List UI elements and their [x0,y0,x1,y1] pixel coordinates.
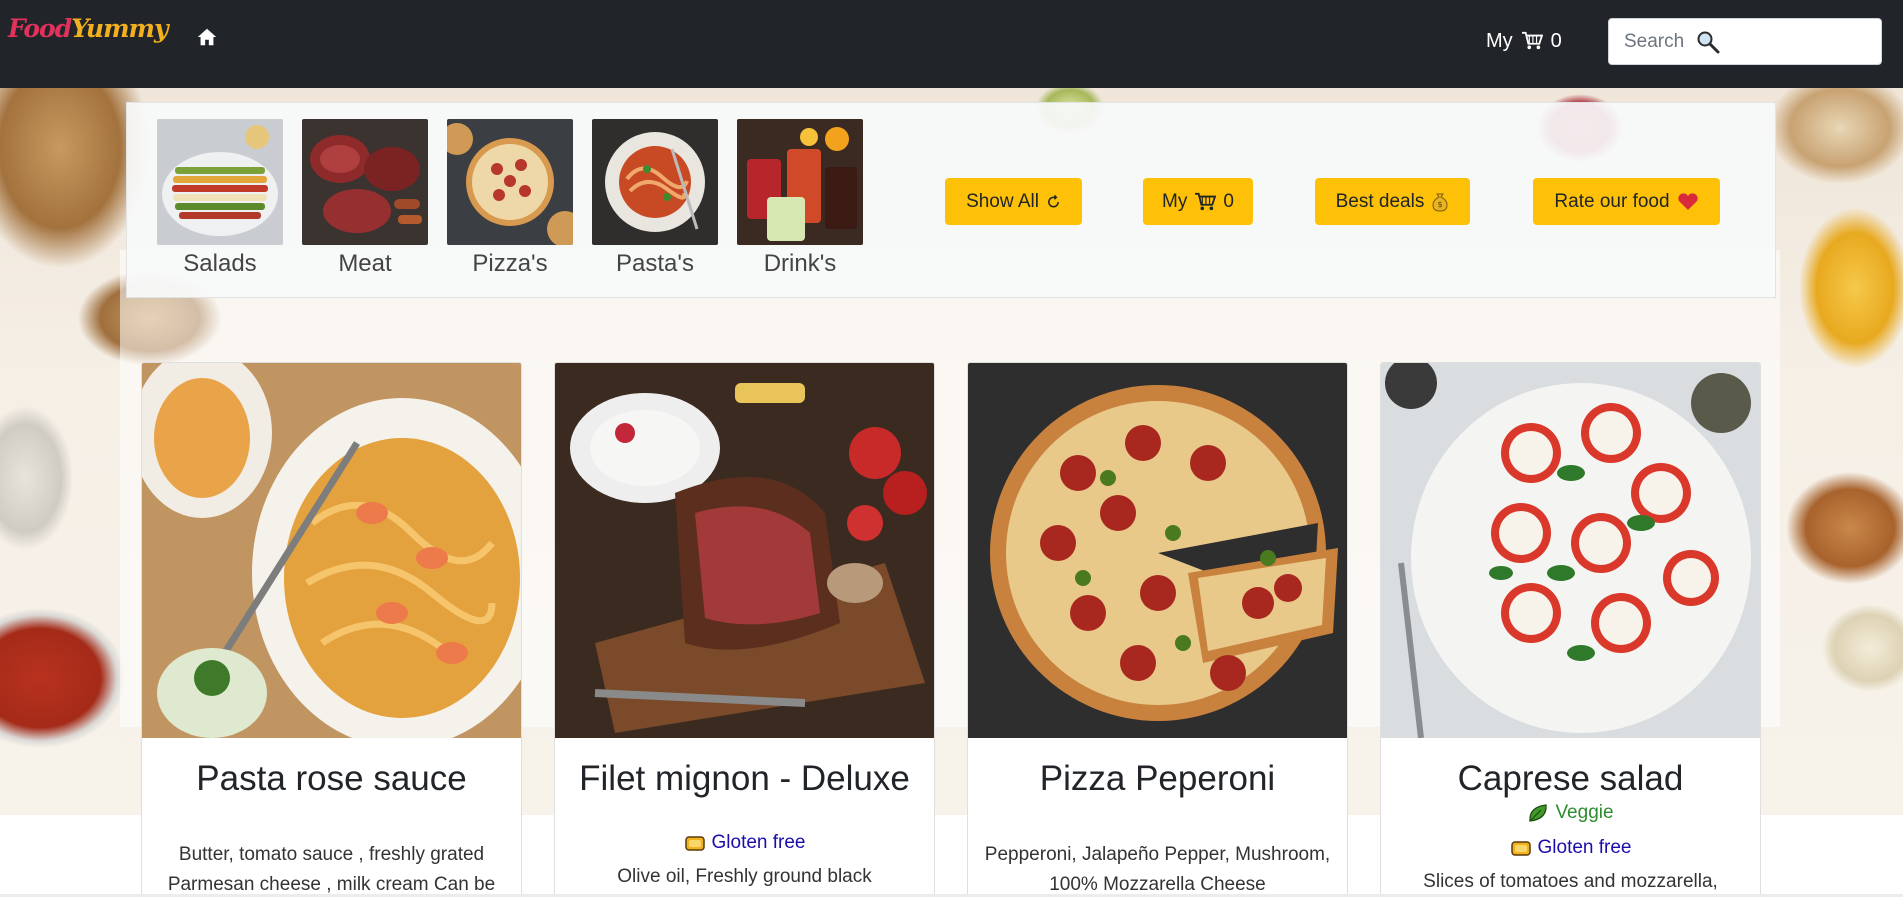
category-label: Pasta's [616,250,694,277]
gluten-free-label[interactable]: Gloten free [1538,833,1632,863]
money-bag-icon: $ [1432,193,1448,212]
drinks-image [737,119,863,245]
cart-icon [1521,31,1543,50]
category-panel: Salads Meat Pizza's Pasta's Drink's Show… [126,102,1776,298]
category-label: Salads [183,250,257,277]
bread-icon [684,836,705,851]
product-title: Pasta rose sauce [196,759,467,798]
navbar: FoodYummy My 0 [0,0,1903,88]
refresh-icon [1048,194,1059,207]
leaf-icon [1529,804,1548,822]
nav-cart-link[interactable]: My 0 [1486,28,1562,54]
product-card[interactable]: Caprese salad Veggie Gloten free Slices … [1380,362,1761,897]
logo-text-yummy: Yummy [71,14,168,43]
my-cart-label: My [1162,190,1188,212]
heart-icon [1677,192,1698,210]
category-drinks[interactable]: Drink's [737,119,863,279]
salad-image [157,119,283,245]
meat-image [302,119,428,245]
veggie-label[interactable]: Veggie [1555,798,1613,828]
product-card[interactable]: Pasta rose sauce Butter, tomato sauce , … [141,362,522,897]
best-deals-label: Best deals [1335,190,1425,212]
category-salads[interactable]: Salads [157,119,283,279]
pasta-rose-image [142,363,521,738]
category-pastas[interactable]: Pasta's [592,119,718,279]
product-description: Slices of tomatoes and mozzarella, [1423,871,1718,892]
filet-mignon-image [555,363,934,738]
cart-icon [1195,192,1217,210]
nav-cart-count: 0 [1550,30,1562,52]
my-cart-count: 0 [1223,190,1234,212]
bread-icon [1510,841,1531,856]
search-icon[interactable] [1696,30,1720,54]
gluten-free-tag: Gloten free [684,828,806,858]
product-description: Pepperoni, Jalapeño Pepper, Mushroom, 10… [984,844,1331,895]
search-input[interactable] [1624,30,1694,53]
category-meat[interactable]: Meat [302,119,428,279]
my-cart-button[interactable]: My 0 [1143,178,1253,225]
show-all-label: Show All [966,190,1039,212]
category-label: Pizza's [472,250,548,277]
product-card[interactable]: Filet mignon - Deluxe Gloten free Olive … [554,362,935,897]
search-box[interactable] [1608,18,1882,65]
category-label: Drink's [763,250,837,277]
product-title: Filet mignon - Deluxe [579,759,910,798]
product-tags: Gloten free [555,828,934,862]
gluten-free-tag: Gloten free [1510,833,1632,863]
caprese-salad-image [1381,363,1760,738]
pizza-image [447,119,573,245]
rate-food-label: Rate our food [1554,190,1670,212]
nav-cart-label: My [1486,30,1513,52]
svg-text:$: $ [1438,200,1443,209]
product-description: Butter, tomato sauce , freshly grated Pa… [167,844,496,895]
rate-food-button[interactable]: Rate our food [1533,178,1720,225]
show-all-button[interactable]: Show All [945,178,1082,225]
category-label: Meat [338,250,392,277]
product-card[interactable]: Pizza Peperoni Pepperoni, Jalapeño Peppe… [967,362,1348,897]
best-deals-button[interactable]: Best deals $ [1315,178,1470,225]
pizza-peperoni-image [968,363,1347,738]
product-description: Olive oil, Freshly ground black [617,866,872,887]
brand-logo[interactable]: FoodYummy [8,12,169,46]
home-icon[interactable] [196,26,218,48]
product-title: Pizza Peperoni [1039,759,1276,798]
veggie-tag: Veggie [1527,798,1614,828]
logo-text-food: Food [8,14,72,43]
product-title: Caprese salad [1457,759,1684,798]
gluten-free-label[interactable]: Gloten free [712,828,806,858]
product-tags: Veggie Gloten free [1381,798,1760,867]
pasta-image [592,119,718,245]
category-pizzas[interactable]: Pizza's [447,119,573,279]
